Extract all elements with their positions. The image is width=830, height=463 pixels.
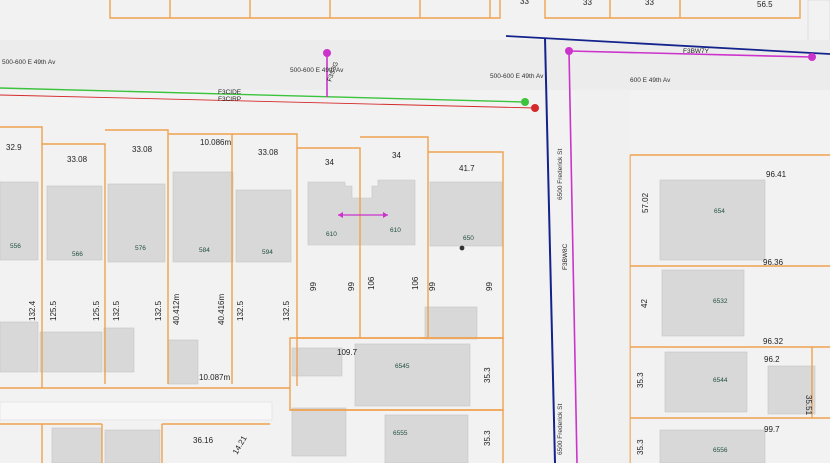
dim-1324: 132.4 <box>28 300 37 321</box>
dim-3616: 36.16 <box>193 436 214 445</box>
dim-1325c: 132.5 <box>236 300 245 321</box>
building-654 <box>659 179 766 261</box>
address-556: 556 <box>10 243 21 250</box>
lane-strip <box>0 401 273 421</box>
dim-329: 32.9 <box>6 143 22 152</box>
map-canvas[interactable]: 500-600 E 49th Av 500-600 E 49th Av 500-… <box>0 0 830 463</box>
dim-1255b: 125.5 <box>92 300 101 321</box>
dim-34b: 34 <box>392 151 401 160</box>
address-654: 654 <box>714 208 725 215</box>
dim-99b: 99 <box>347 282 356 291</box>
dim-353d: 35.3 <box>636 439 645 455</box>
street-e49-right: 600 E 49th Av <box>630 77 671 84</box>
building-rear-650 <box>424 306 478 340</box>
building-rear-576 <box>103 327 135 373</box>
dim-1325d: 132.5 <box>282 300 291 321</box>
building-rear-566 <box>39 331 103 373</box>
dim-9636: 96.36 <box>763 258 784 267</box>
address-650: 650 <box>463 235 474 242</box>
address-6556: 6556 <box>713 447 728 454</box>
building-6555-shed <box>291 407 347 457</box>
dim-106a: 106 <box>367 276 376 290</box>
dim-1097: 109.7 <box>337 348 358 357</box>
dim-1255a: 125.5 <box>49 300 58 321</box>
dim-34a: 34 <box>325 158 334 167</box>
green-line <box>0 87 526 103</box>
building-rear-556 <box>0 321 39 373</box>
building-6532 <box>661 269 745 337</box>
map-svg[interactable]: 500-600 E 49th Av 500-600 E 49th Av 500-… <box>0 0 830 463</box>
building-south-1 <box>51 427 103 463</box>
navy-line-vertical <box>544 37 556 463</box>
red-node <box>531 104 539 112</box>
dim-106b: 106 <box>411 276 420 290</box>
building-6555 <box>384 414 469 463</box>
dim-42: 42 <box>640 299 649 308</box>
dim-353a: 35.3 <box>483 367 492 383</box>
address-594: 594 <box>262 249 273 256</box>
dim-top-33a: 33 <box>520 0 529 6</box>
dim-1325a: 132.5 <box>112 300 121 321</box>
dim-10086: 10.086m <box>200 138 231 147</box>
address-610b: 610 <box>390 227 401 234</box>
north-block-bg <box>0 0 830 20</box>
building-south-2 <box>104 429 161 463</box>
dim-417: 41.7 <box>459 164 475 173</box>
dim-3308b: 33.08 <box>132 145 153 154</box>
dim-99c: 99 <box>428 282 437 291</box>
dim-3551: 35.51 <box>804 395 813 416</box>
dim-1325b: 132.5 <box>154 300 163 321</box>
dim-99a: 99 <box>309 282 318 291</box>
address-6545: 6545 <box>395 363 410 370</box>
dim-9632: 96.32 <box>763 337 784 346</box>
red-line <box>0 94 536 109</box>
dim-40412: 40.412m <box>172 294 181 325</box>
address-584: 584 <box>199 247 210 254</box>
dim-top-33c: 33 <box>645 0 654 7</box>
dim-1421: 14.21 <box>231 434 249 456</box>
point-marker <box>459 245 465 251</box>
dim-353b: 35.3 <box>483 430 492 446</box>
magenta-node-right-b <box>808 53 816 61</box>
green-node <box>521 98 529 106</box>
address-566: 566 <box>72 251 83 258</box>
building-6545 <box>354 343 471 407</box>
building-566 <box>46 185 103 261</box>
dim-9641: 96.41 <box>766 170 787 179</box>
dim-top-33b: 33 <box>583 0 592 7</box>
dim-997: 99.7 <box>764 425 780 434</box>
street-frederick-south: 6500 Frederick St <box>557 404 564 455</box>
building-610 <box>307 179 416 246</box>
dim-353c: 35.3 <box>636 372 645 388</box>
green-line-label: F3CIDE <box>218 89 242 96</box>
magenta-node-right-a <box>565 47 573 55</box>
dim-962: 96.2 <box>764 355 780 364</box>
address-6555: 6555 <box>393 430 408 437</box>
magenta-node-left <box>323 49 331 57</box>
address-6544: 6544 <box>713 377 728 384</box>
address-610a: 610 <box>326 231 337 238</box>
building-6545-shed <box>291 347 343 377</box>
dim-99d: 99 <box>485 282 494 291</box>
address-6532: 6532 <box>713 298 728 305</box>
magenta-label-vertical: F3BW8C <box>562 243 569 270</box>
street-e49-mid-b: 500-600 E 49th Av <box>490 73 544 80</box>
magenta-label-right: F3BW7Y <box>683 48 710 55</box>
dim-top-565: 56.5 <box>757 0 773 9</box>
street-frederick-north: 6500 Frederick St <box>557 149 564 200</box>
dim-10087: 10.087m <box>199 373 230 382</box>
building-rear-584 <box>167 339 199 385</box>
dim-5702: 57.02 <box>641 192 650 213</box>
dim-3308a: 33.08 <box>67 155 88 164</box>
address-576: 576 <box>135 245 146 252</box>
frederick-road-surface <box>575 88 630 463</box>
red-line-label: F3CIRP <box>218 96 241 103</box>
dim-3308c: 33.08 <box>258 148 279 157</box>
street-e49-left: 500-600 E 49th Av <box>2 59 56 66</box>
building-6544 <box>664 351 748 413</box>
dim-40416: 40.416m <box>217 294 226 325</box>
